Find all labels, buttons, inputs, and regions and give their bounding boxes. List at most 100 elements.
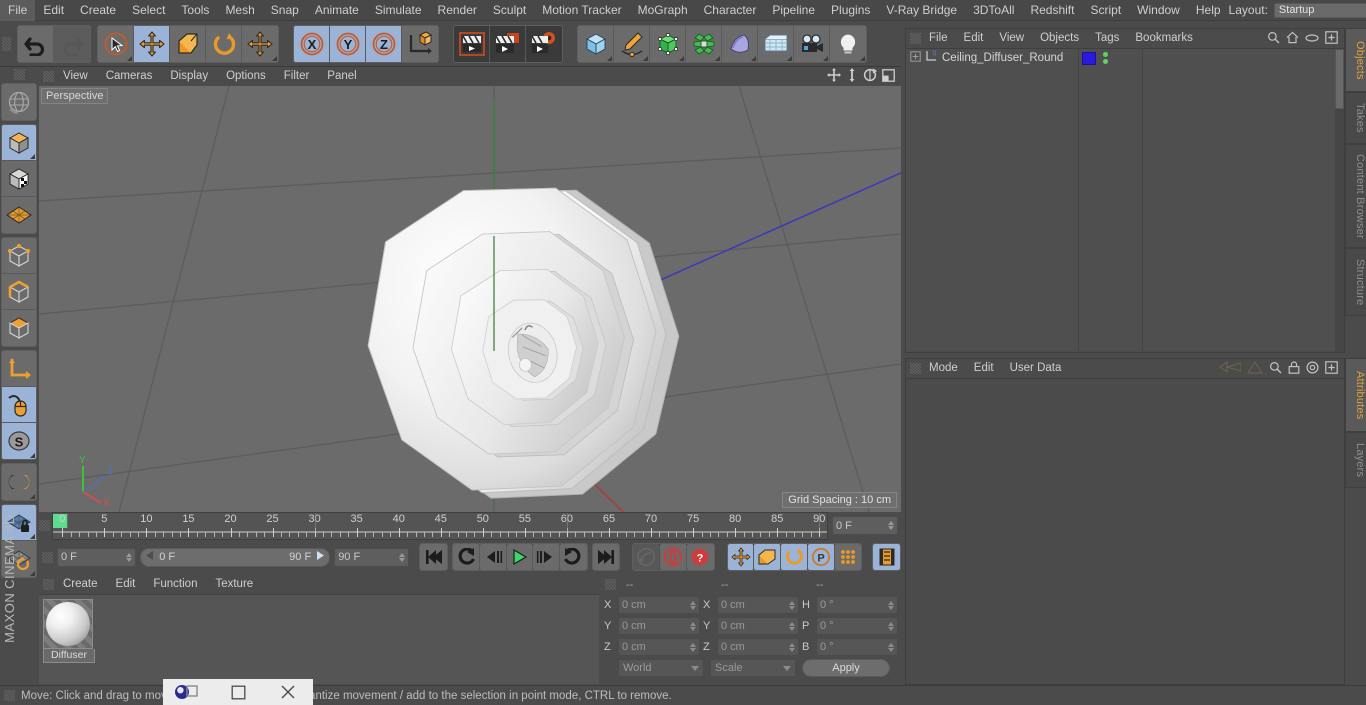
menu-item-3dtoall[interactable]: 3DToAll [965, 0, 1022, 21]
menu-item-vray-bridge[interactable]: V-Ray Bridge [878, 0, 965, 21]
taskbar-popup-window[interactable] [163, 679, 313, 705]
pin-icon[interactable] [1306, 360, 1319, 377]
coord-input-size-y[interactable]: 0 cm [717, 617, 799, 635]
spline-pen-icon[interactable] [614, 25, 650, 62]
menu-item-motion-tracker[interactable]: Motion Tracker [534, 0, 629, 21]
material-menu-texture[interactable]: Texture [206, 575, 262, 594]
maximize-view-icon[interactable] [882, 68, 895, 85]
render-view-icon[interactable] [454, 25, 490, 62]
menu-item-create[interactable]: Create [72, 0, 124, 21]
history-back-icon[interactable] [1219, 361, 1242, 376]
tab-layers[interactable]: Layers [1345, 432, 1366, 488]
render-to-picture-viewer-icon[interactable] [490, 25, 526, 62]
menu-item-edit[interactable]: Edit [35, 0, 72, 21]
viewport-menu-display[interactable]: Display [161, 67, 217, 86]
new-tab-icon[interactable] [1325, 360, 1338, 377]
menu-item-character[interactable]: Character [696, 0, 765, 21]
object-menu-bookmarks[interactable]: Bookmarks [1127, 29, 1201, 48]
menu-item-help[interactable]: Help [1188, 0, 1229, 21]
z-axis-icon[interactable]: Z [366, 25, 402, 62]
tab-objects[interactable]: Objects [1345, 28, 1366, 92]
object-menu-view[interactable]: View [991, 29, 1032, 48]
texture-mode-icon[interactable] [2, 161, 36, 197]
rotate-view-icon[interactable] [863, 68, 878, 85]
spinner-icon[interactable] [789, 642, 795, 652]
menu-item-mograph[interactable]: MoGraph [630, 0, 696, 21]
point-level-animation-icon[interactable] [834, 544, 862, 570]
attribute-manager-body[interactable] [906, 378, 1344, 683]
tab-content-browser[interactable]: Content Browser [1345, 144, 1366, 248]
menu-item-file[interactable]: File [0, 0, 36, 21]
search-icon[interactable] [1269, 361, 1282, 377]
history-forward-icon[interactable] [1247, 360, 1263, 377]
y-axis-icon[interactable]: Y [330, 25, 366, 62]
viewport-menu-filter[interactable]: Filter [275, 67, 319, 86]
move-icon[interactable] [134, 25, 170, 62]
attribute-menu-user-data[interactable]: User Data [1002, 359, 1070, 378]
current-frame-field[interactable]: 0 F [832, 516, 898, 535]
coordinates-grip[interactable] [605, 579, 616, 590]
step-back-icon[interactable] [479, 544, 507, 570]
spinner-icon[interactable] [888, 621, 894, 631]
viewport-menu-options[interactable]: Options [217, 67, 275, 86]
expand-toggle-icon[interactable] [910, 51, 921, 65]
start-frame-field[interactable]: 0 F [57, 547, 137, 567]
timeline-grip[interactable] [39, 520, 50, 531]
spinner-icon[interactable] [399, 552, 406, 562]
model-mode-icon[interactable] [2, 125, 36, 161]
coordinate-system-dropdown[interactable]: World [618, 659, 704, 677]
material-swatch[interactable]: Diffuser [43, 599, 97, 663]
coord-input-pos-x[interactable]: 0 cm [618, 596, 700, 614]
spinner-icon[interactable] [789, 600, 795, 610]
menu-item-redshift[interactable]: Redshift [1022, 0, 1082, 21]
material-manager-body[interactable]: Diffuser [39, 594, 599, 684]
menu-item-plugins[interactable]: Plugins [823, 0, 878, 21]
snap-magnet-icon[interactable] [2, 464, 36, 500]
floor-environment-icon[interactable] [758, 25, 794, 62]
coord-input-size-x[interactable]: 0 cm [717, 596, 799, 614]
end-frame-field[interactable]: 90 F [334, 547, 410, 567]
status-bar-grip[interactable] [4, 690, 15, 701]
spinner-icon[interactable] [789, 621, 795, 631]
object-name[interactable]: Ceiling_Diffuser_Round [942, 52, 1063, 64]
polygons-mode-icon[interactable] [2, 310, 36, 346]
redo-icon[interactable] [54, 25, 90, 62]
viewport-menu-cameras[interactable]: Cameras [97, 67, 162, 86]
render-settings-icon[interactable] [526, 25, 562, 62]
x-axis-icon[interactable]: X [294, 25, 330, 62]
cube-primitive-icon[interactable] [578, 25, 614, 62]
attribute-manager-grip[interactable] [910, 363, 921, 374]
position-key-icon[interactable] [727, 544, 755, 570]
apply-button[interactable]: Apply [802, 659, 890, 677]
material-menu-create[interactable]: Create [54, 575, 107, 594]
object-tree-row[interactable]: 0 Ceiling_Diffuser_Round [906, 49, 1344, 67]
spinner-icon[interactable] [690, 621, 696, 631]
layer-color-swatch[interactable] [1082, 51, 1096, 65]
attribute-menu-mode[interactable]: Mode [921, 359, 966, 378]
workplane-mode-icon[interactable] [2, 197, 36, 233]
tab-attributes[interactable]: Attributes [1345, 358, 1366, 432]
spinner-icon[interactable] [888, 600, 894, 610]
scrollbar-thumb[interactable] [1335, 49, 1344, 109]
go-to-end-icon[interactable] [592, 544, 620, 570]
parameter-key-icon[interactable]: P [807, 544, 835, 570]
globe-undo-icon[interactable] [2, 84, 36, 120]
menu-item-window[interactable]: Window [1129, 0, 1188, 21]
maximize-icon[interactable] [213, 679, 263, 705]
tab-structure[interactable]: Structure [1345, 248, 1366, 316]
spinner-icon[interactable] [888, 642, 894, 652]
camera-icon[interactable] [794, 25, 830, 62]
object-menu-tags[interactable]: Tags [1087, 29, 1127, 48]
transport-grip[interactable] [42, 551, 53, 563]
material-manager-grip[interactable] [43, 579, 54, 590]
menu-item-simulate[interactable]: Simulate [367, 0, 430, 21]
step-forward-icon[interactable] [533, 544, 561, 570]
object-menu-edit[interactable]: Edit [956, 29, 992, 48]
object-menu-objects[interactable]: Objects [1032, 29, 1087, 48]
coord-input-rot-h[interactable]: 0 ° [816, 596, 898, 614]
spinner-icon[interactable] [126, 552, 133, 562]
coord-input-pos-y[interactable]: 0 cm [618, 617, 700, 635]
timeline-ruler[interactable]: 0 5 10 15 20 25 30 35 40 45 50 55 60 65 70 75 80 85 90 [52, 512, 828, 540]
move-alt-icon[interactable] [242, 25, 278, 62]
autokeying-icon[interactable] [660, 544, 687, 570]
